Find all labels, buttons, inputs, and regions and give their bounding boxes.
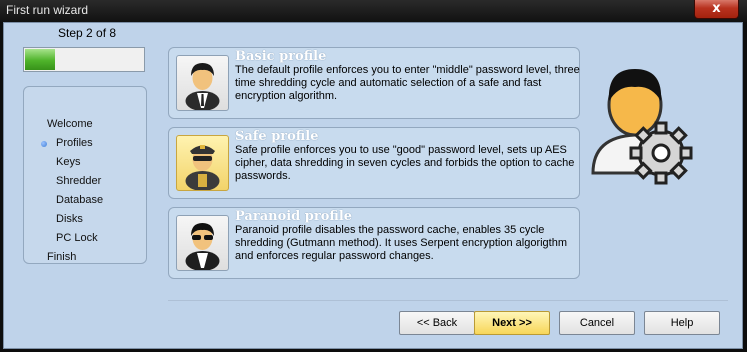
officer-icon (176, 135, 229, 191)
user-icon (176, 55, 229, 111)
close-icon: x (712, 1, 721, 16)
wizard-progress-bar (23, 47, 145, 72)
cancel-button[interactable]: Cancel (559, 311, 635, 335)
window-title: First run wizard (6, 3, 89, 17)
profile-description-paranoid: Paranoid profile disables the password c… (235, 224, 568, 262)
back-button[interactable]: << Back (399, 311, 475, 335)
step-counter: Step 2 of 8 (58, 26, 117, 40)
title-bar: First run wizard x (0, 0, 747, 22)
next-button[interactable]: Next >> (474, 311, 550, 335)
close-button[interactable]: x (694, 0, 739, 19)
step-item-keys: Keys (56, 156, 81, 168)
user-settings-icon (585, 55, 695, 190)
step-item-finish: Finish (47, 251, 77, 263)
step-item-shredder: Shredder (56, 175, 102, 187)
profile-card-safe[interactable]: Safe profile Safe profile enforces you t… (168, 127, 580, 199)
profile-card-basic[interactable]: Basic profile The default profile enforc… (168, 47, 580, 119)
profile-description-basic: The default profile enforces you to ente… (235, 64, 580, 102)
current-step-bullet-icon (41, 141, 47, 147)
progress-fill (25, 49, 55, 70)
agent-icon (176, 215, 229, 271)
help-button[interactable]: Help (644, 311, 720, 335)
step-item-pc-lock: PC Lock (56, 232, 98, 244)
profile-description-safe: Safe profile enforces you to use "good" … (235, 144, 575, 182)
step-item-database: Database (56, 194, 104, 206)
profile-title-safe: Safe profile (235, 129, 319, 144)
step-item-disks: Disks (56, 213, 83, 225)
profile-title-paranoid: Paranoid profile (235, 209, 353, 224)
button-divider (168, 300, 728, 301)
profile-card-paranoid[interactable]: Paranoid profile Paranoid profile disabl… (168, 207, 580, 279)
step-item-profiles: Profiles (56, 137, 93, 149)
profile-title-basic: Basic profile (235, 49, 327, 64)
step-item-welcome: Welcome (47, 118, 93, 130)
